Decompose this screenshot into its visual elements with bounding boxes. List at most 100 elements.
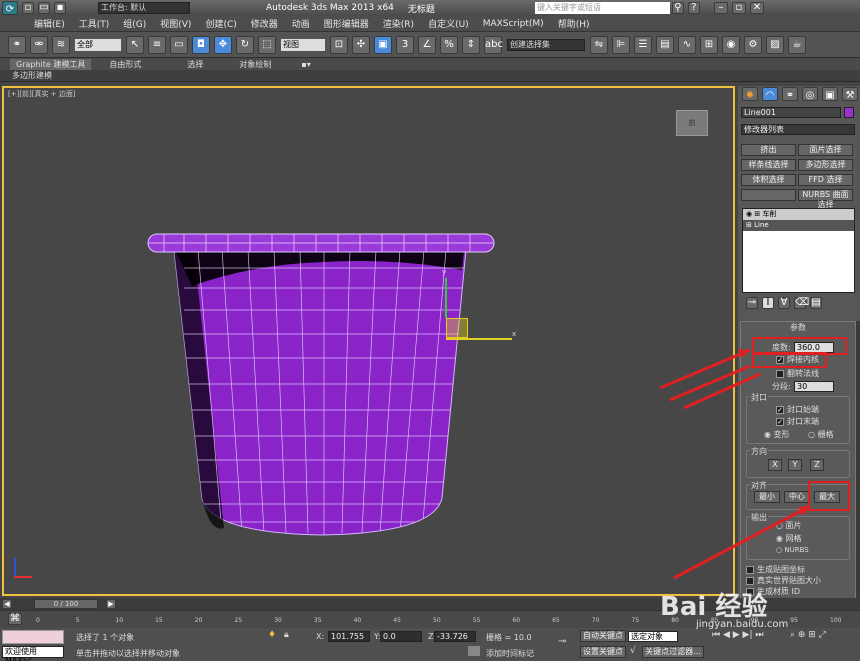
- maxscript-listener[interactable]: [2, 630, 64, 644]
- rendered-frame-icon[interactable]: ▨: [766, 35, 784, 54]
- configure-sets-icon[interactable]: ▤: [810, 297, 822, 309]
- object-name-field[interactable]: Line001: [741, 107, 841, 118]
- curve-editor-icon[interactable]: ∿: [678, 35, 696, 54]
- render-setup-icon[interactable]: ⚙: [744, 35, 762, 54]
- poly-select-button[interactable]: 多边形选择: [798, 159, 853, 171]
- pot-model[interactable]: [144, 228, 499, 548]
- welcome-text[interactable]: 欢迎使用 MAXSc: [2, 646, 64, 661]
- minimize-icon[interactable]: –: [713, 2, 728, 14]
- select-object-icon[interactable]: ↖: [126, 35, 144, 54]
- move-icon[interactable]: ✥: [214, 35, 232, 54]
- move-gizmo-x[interactable]: [446, 338, 512, 340]
- close-icon[interactable]: ✕: [749, 2, 764, 14]
- percent-snap-icon[interactable]: %: [440, 35, 458, 54]
- ribbon-options-icon[interactable]: ▪▾: [301, 60, 310, 69]
- snap-3-icon[interactable]: 3: [396, 35, 414, 54]
- add-time-tag[interactable]: 添加时间标记: [486, 648, 534, 659]
- time-tag-icon[interactable]: [468, 646, 480, 656]
- remove-modifier-icon[interactable]: ⌫: [794, 297, 809, 309]
- nav-controls[interactable]: ⌕ ⊕ ⊞ ⤢: [790, 630, 826, 640]
- keyboard-shortcut-icon[interactable]: ▣: [374, 35, 392, 54]
- prev-frame-icon[interactable]: ◀: [2, 599, 12, 609]
- ribbon-tab-graphite[interactable]: Graphite 建模工具: [10, 58, 92, 70]
- search-icon[interactable]: ⚲: [671, 2, 684, 14]
- modifier-list-dropdown[interactable]: 修改器列表: [741, 124, 855, 135]
- selection-lock-icon[interactable]: 🔒︎: [284, 630, 289, 640]
- empty-button[interactable]: [741, 189, 796, 201]
- lock-icon[interactable]: ♦: [268, 630, 276, 640]
- link-icon[interactable]: ⚭: [8, 35, 26, 54]
- pivot-icon[interactable]: ⊡: [330, 35, 348, 54]
- move-gizmo-y[interactable]: [445, 278, 447, 318]
- view-cube[interactable]: 前: [676, 110, 708, 136]
- angle-snap-icon[interactable]: ∠: [418, 35, 436, 54]
- hierarchy-tab-icon[interactable]: ⚭: [782, 87, 798, 101]
- select-by-name-icon[interactable]: ≡: [148, 35, 166, 54]
- named-selection-dropdown[interactable]: 创建选择集: [507, 38, 585, 51]
- extrude-button[interactable]: 挤出: [741, 144, 796, 156]
- spline-select-button[interactable]: 样条线选择: [741, 159, 796, 171]
- help-icon[interactable]: ?: [687, 2, 700, 14]
- workspace-dropdown[interactable]: 工作台: 默认: [98, 2, 190, 14]
- schematic-view-icon[interactable]: ⊞: [700, 35, 718, 54]
- ribbon-tab-object-paint[interactable]: 对象绘制: [239, 59, 271, 70]
- search-input[interactable]: 键入关键字或短语: [534, 2, 670, 14]
- time-slider-thumb[interactable]: 0 / 100: [34, 599, 98, 609]
- key-filters-button[interactable]: 关键点过滤器...: [642, 646, 704, 658]
- open-file-icon[interactable]: ▭: [38, 2, 50, 14]
- menu-graph-editors[interactable]: 图形编辑器: [324, 17, 369, 30]
- menu-edit[interactable]: 编辑(E): [34, 17, 65, 30]
- y-coord-field[interactable]: 0.0: [380, 631, 422, 642]
- x-coord-field[interactable]: 101.755: [328, 631, 370, 642]
- mirror-icon[interactable]: ⇋: [590, 35, 608, 54]
- graphite-toggle-icon[interactable]: ▤: [656, 35, 674, 54]
- manipulate-icon[interactable]: ✣: [352, 35, 370, 54]
- new-file-icon[interactable]: ▫: [22, 2, 34, 14]
- spinner-snap-icon[interactable]: ⇕: [462, 35, 480, 54]
- ribbon-tab-freeform[interactable]: 自由形式: [109, 59, 141, 70]
- vol-select-button[interactable]: 体积选择: [741, 174, 796, 186]
- menu-tools[interactable]: 工具(T): [79, 17, 110, 30]
- app-logo-icon[interactable]: ⟳: [2, 1, 18, 15]
- edit-named-selection-icon[interactable]: abc: [484, 35, 503, 54]
- ribbon-tab-selection[interactable]: 选择: [187, 59, 203, 70]
- menu-maxscript[interactable]: MAXScript(M): [483, 19, 544, 29]
- ribbon-polygon-modeling[interactable]: 多边形建模: [12, 70, 52, 81]
- scale-icon[interactable]: ⬚: [258, 35, 276, 54]
- layer-manager-icon[interactable]: ☰: [634, 35, 652, 54]
- utilities-tab-icon[interactable]: ⚒: [842, 87, 858, 101]
- object-color-swatch[interactable]: [844, 107, 854, 118]
- render-production-icon[interactable]: ☕: [788, 35, 806, 54]
- menu-modifiers[interactable]: 修改器: [251, 17, 278, 30]
- unlink-icon[interactable]: ⚮: [30, 35, 48, 54]
- menu-help[interactable]: 帮助(H): [558, 17, 590, 30]
- save-icon[interactable]: ▪: [54, 2, 66, 14]
- nurbs-select-button[interactable]: NURBS 曲面选择: [798, 189, 853, 209]
- key-filters-icon[interactable]: √: [630, 646, 636, 656]
- window-crossing-icon[interactable]: ◘: [192, 35, 210, 54]
- modify-tab-icon[interactable]: ◠: [762, 87, 778, 101]
- ref-coord-dropdown[interactable]: 视图: [281, 38, 325, 51]
- set-key-button[interactable]: 设置关键点: [580, 646, 626, 658]
- play-controls[interactable]: ⏮ ◀ ▶ ▶| ⏭: [712, 630, 763, 640]
- key-icon[interactable]: ⊸: [558, 636, 566, 647]
- menu-create[interactable]: 创建(C): [205, 17, 236, 30]
- restore-icon[interactable]: ▫: [731, 2, 746, 14]
- modifier-stack[interactable]: ◉ ⊞ 车削 ⊞ Line: [742, 208, 855, 293]
- menu-animation[interactable]: 动画: [292, 17, 310, 30]
- menu-view[interactable]: 视图(V): [160, 17, 191, 30]
- selected-object-dropdown[interactable]: 选定对象: [628, 631, 678, 642]
- motion-tab-icon[interactable]: ◎: [802, 87, 818, 101]
- auto-key-button[interactable]: 自动关键点: [580, 630, 626, 642]
- menu-customize[interactable]: 自定义(U): [428, 17, 469, 30]
- stack-item-line[interactable]: ⊞ Line: [743, 220, 854, 231]
- next-frame-icon[interactable]: ▶: [106, 599, 116, 609]
- move-gizmo-plane[interactable]: [446, 318, 468, 338]
- viewport-front[interactable]: [+][前][真实 + 边面] 前 x y: [2, 86, 735, 596]
- stack-item-lathe[interactable]: ◉ ⊞ 车削: [743, 209, 854, 220]
- track-bar-toggle-icon[interactable]: ⌘: [8, 613, 22, 625]
- selection-filter-dropdown[interactable]: 全部: [75, 38, 121, 51]
- menu-rendering[interactable]: 渲染(R): [383, 17, 414, 30]
- rect-selection-icon[interactable]: ▭: [170, 35, 188, 54]
- show-end-result-icon[interactable]: I: [762, 297, 774, 309]
